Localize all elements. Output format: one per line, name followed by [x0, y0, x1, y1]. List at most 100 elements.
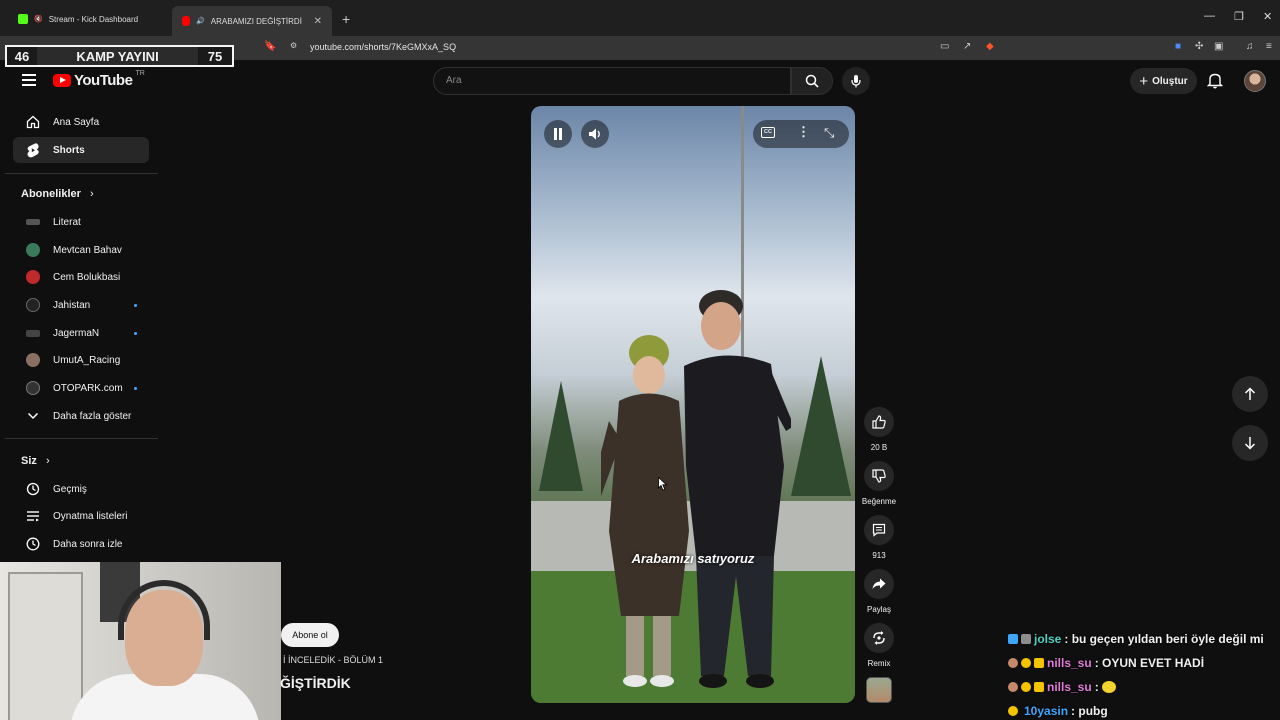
chat-username: 10yasin — [1024, 704, 1069, 718]
sidebar-item-shorts[interactable]: Shorts — [13, 137, 149, 163]
subscription-item[interactable]: Mevtcan Bahav — [13, 237, 149, 263]
close-window-icon[interactable]: ✕ — [1263, 10, 1272, 23]
sound-thumbnail[interactable] — [866, 677, 892, 703]
microphone-icon — [851, 75, 861, 88]
comments-action[interactable]: 913 — [864, 515, 894, 560]
pause-button[interactable] — [544, 120, 572, 148]
subscription-item[interactable]: UmutA_Racing — [13, 347, 149, 373]
clock-icon — [26, 537, 40, 551]
subscribe-button[interactable]: Abone ol — [281, 623, 339, 647]
chevron-down-icon — [27, 412, 39, 420]
account-avatar[interactable] — [1244, 70, 1266, 92]
channel-avatar — [26, 298, 40, 312]
menu-icon[interactable]: ≡ — [1266, 41, 1272, 52]
restore-icon[interactable]: ❐ — [1234, 10, 1244, 23]
video-title[interactable]: ĞİŞTİRDİK — [280, 675, 351, 691]
shorts-video-player[interactable]: CC ⋮ ⤡ Arabamızı satıyoruz — [531, 106, 855, 703]
show-more-button[interactable]: Daha fazla göster — [13, 403, 149, 429]
tab-label: Stream - Kick Dashboard — [48, 14, 139, 24]
sidebar-item-history[interactable]: Geçmiş — [13, 476, 149, 502]
subscription-item[interactable]: Jahistan — [13, 292, 149, 318]
create-button[interactable]: + Oluştur — [1130, 68, 1197, 94]
sidebar-icon[interactable]: ▣ — [1214, 41, 1223, 52]
subscription-item[interactable]: Literat — [13, 209, 149, 235]
pause-icon — [554, 128, 562, 140]
next-short-button[interactable] — [1232, 425, 1268, 461]
plus-icon: + — [1139, 72, 1149, 90]
fullscreen-icon[interactable]: ⤡ — [824, 126, 834, 140]
previous-short-button[interactable] — [1232, 376, 1268, 412]
channel-avatar — [26, 270, 40, 284]
remix-action[interactable]: Remix — [864, 623, 894, 668]
minimize-icon[interactable]: — — [1204, 10, 1215, 22]
subscription-item[interactable]: JagermaN — [13, 320, 149, 346]
chat-badge-icon — [1008, 634, 1018, 644]
chat-badge-icon — [1034, 658, 1044, 668]
tab-kick-dashboard[interactable]: 🔇 Stream - Kick Dashboard — [8, 8, 148, 30]
search-input[interactable]: Ara — [433, 67, 791, 95]
puzzle-icon[interactable]: ✣ — [1195, 41, 1203, 52]
cast-icon[interactable]: ▭ — [940, 41, 949, 52]
chat-text: : bu geçen yıldan beri öyle değil mi — [1064, 632, 1264, 646]
close-tab-icon[interactable]: ✕ — [314, 16, 322, 27]
sidebar-item-playlists[interactable]: Oynatma listeleri — [13, 503, 149, 529]
youtube-logo[interactable]: YouTube TR — [53, 70, 145, 89]
remix-label: Remix — [867, 659, 891, 668]
music-icon[interactable]: ♫ — [1246, 41, 1254, 52]
mouse-cursor-icon — [658, 477, 668, 491]
sidebar-item-label: Shorts — [53, 144, 85, 156]
site-info-icon[interactable]: ⚙ — [290, 41, 297, 50]
sidebar-item-home[interactable]: Ana Sayfa — [13, 109, 149, 135]
tab-youtube-short[interactable]: 🔊 ARABAMIZI DEĞİŞTİRDİK - Yo ✕ — [172, 6, 332, 36]
volume-button[interactable] — [581, 120, 609, 148]
bookmark-icon[interactable]: 🔖 — [264, 41, 276, 52]
thumbs-down-icon — [872, 469, 886, 483]
new-tab-button[interactable]: + — [342, 11, 350, 27]
you-heading-label: Siz — [21, 455, 37, 467]
share-page-icon[interactable]: ↗ — [963, 41, 971, 52]
chat-text: : pubg — [1071, 704, 1108, 718]
left-score: 46 — [14, 48, 30, 64]
bell-icon — [1206, 73, 1224, 89]
brave-shield-icon[interactable]: ◆ — [986, 41, 994, 52]
new-content-dot — [134, 331, 137, 335]
channel-avatar — [26, 219, 40, 225]
menu-hamburger-icon[interactable] — [22, 74, 36, 86]
subscription-item[interactable]: Cem Bolukbasi — [13, 264, 149, 290]
channel-avatar — [26, 353, 40, 367]
sidebar-item-watch-later[interactable]: Daha sonra izle — [13, 531, 149, 557]
search-icon — [805, 74, 819, 88]
like-action[interactable]: 20 B — [864, 407, 894, 452]
subscription-label: Cem Bolukbasi — [53, 271, 121, 283]
subscription-label: OTOPARK.com — [53, 382, 123, 394]
share-action[interactable]: Paylaş — [864, 569, 894, 614]
dislike-label: Beğenme — [861, 497, 897, 506]
chat-badge-icon — [1008, 682, 1018, 692]
more-options-icon[interactable]: ⋮ — [797, 125, 810, 139]
dislike-action[interactable]: Beğenme — [862, 461, 896, 506]
arrow-down-icon — [1244, 437, 1256, 450]
notifications-button[interactable] — [1206, 72, 1224, 94]
subscription-item[interactable]: OTOPARK.com — [13, 375, 149, 401]
chat-text: : OYUN EVET HADİ — [1094, 656, 1205, 670]
chevron-right-icon: › — [89, 188, 94, 200]
chat-text: : — [1094, 680, 1099, 694]
youtube-tab-icon — [182, 16, 191, 26]
chevron-right-icon: › — [45, 455, 50, 467]
search-button[interactable] — [791, 67, 833, 95]
voice-search-button[interactable] — [842, 67, 870, 95]
video-caption: Arabamızı satıyoruz — [631, 551, 755, 566]
share-icon — [872, 578, 886, 589]
subscriptions-heading[interactable]: Abonelikler › — [21, 188, 94, 200]
tab-label: ARABAMIZI DEĞİŞTİRDİK - Yo — [210, 16, 302, 26]
logo-text: YouTube — [74, 72, 133, 89]
new-content-dot — [134, 386, 137, 390]
url-text[interactable]: youtube.com/shorts/7KeGMXxA_SQ — [310, 42, 456, 52]
sidebar-item-label: Geçmiş — [53, 483, 87, 495]
subscription-label: JagermaN — [53, 327, 100, 339]
chat-message: jolse : bu geçen yıldan beri öyle değil … — [1008, 627, 1280, 651]
tree-shape — [539, 381, 583, 491]
captions-icon[interactable]: CC — [761, 127, 775, 138]
extension-icon[interactable]: ■ — [1175, 41, 1181, 52]
you-heading[interactable]: Siz › — [21, 455, 50, 467]
